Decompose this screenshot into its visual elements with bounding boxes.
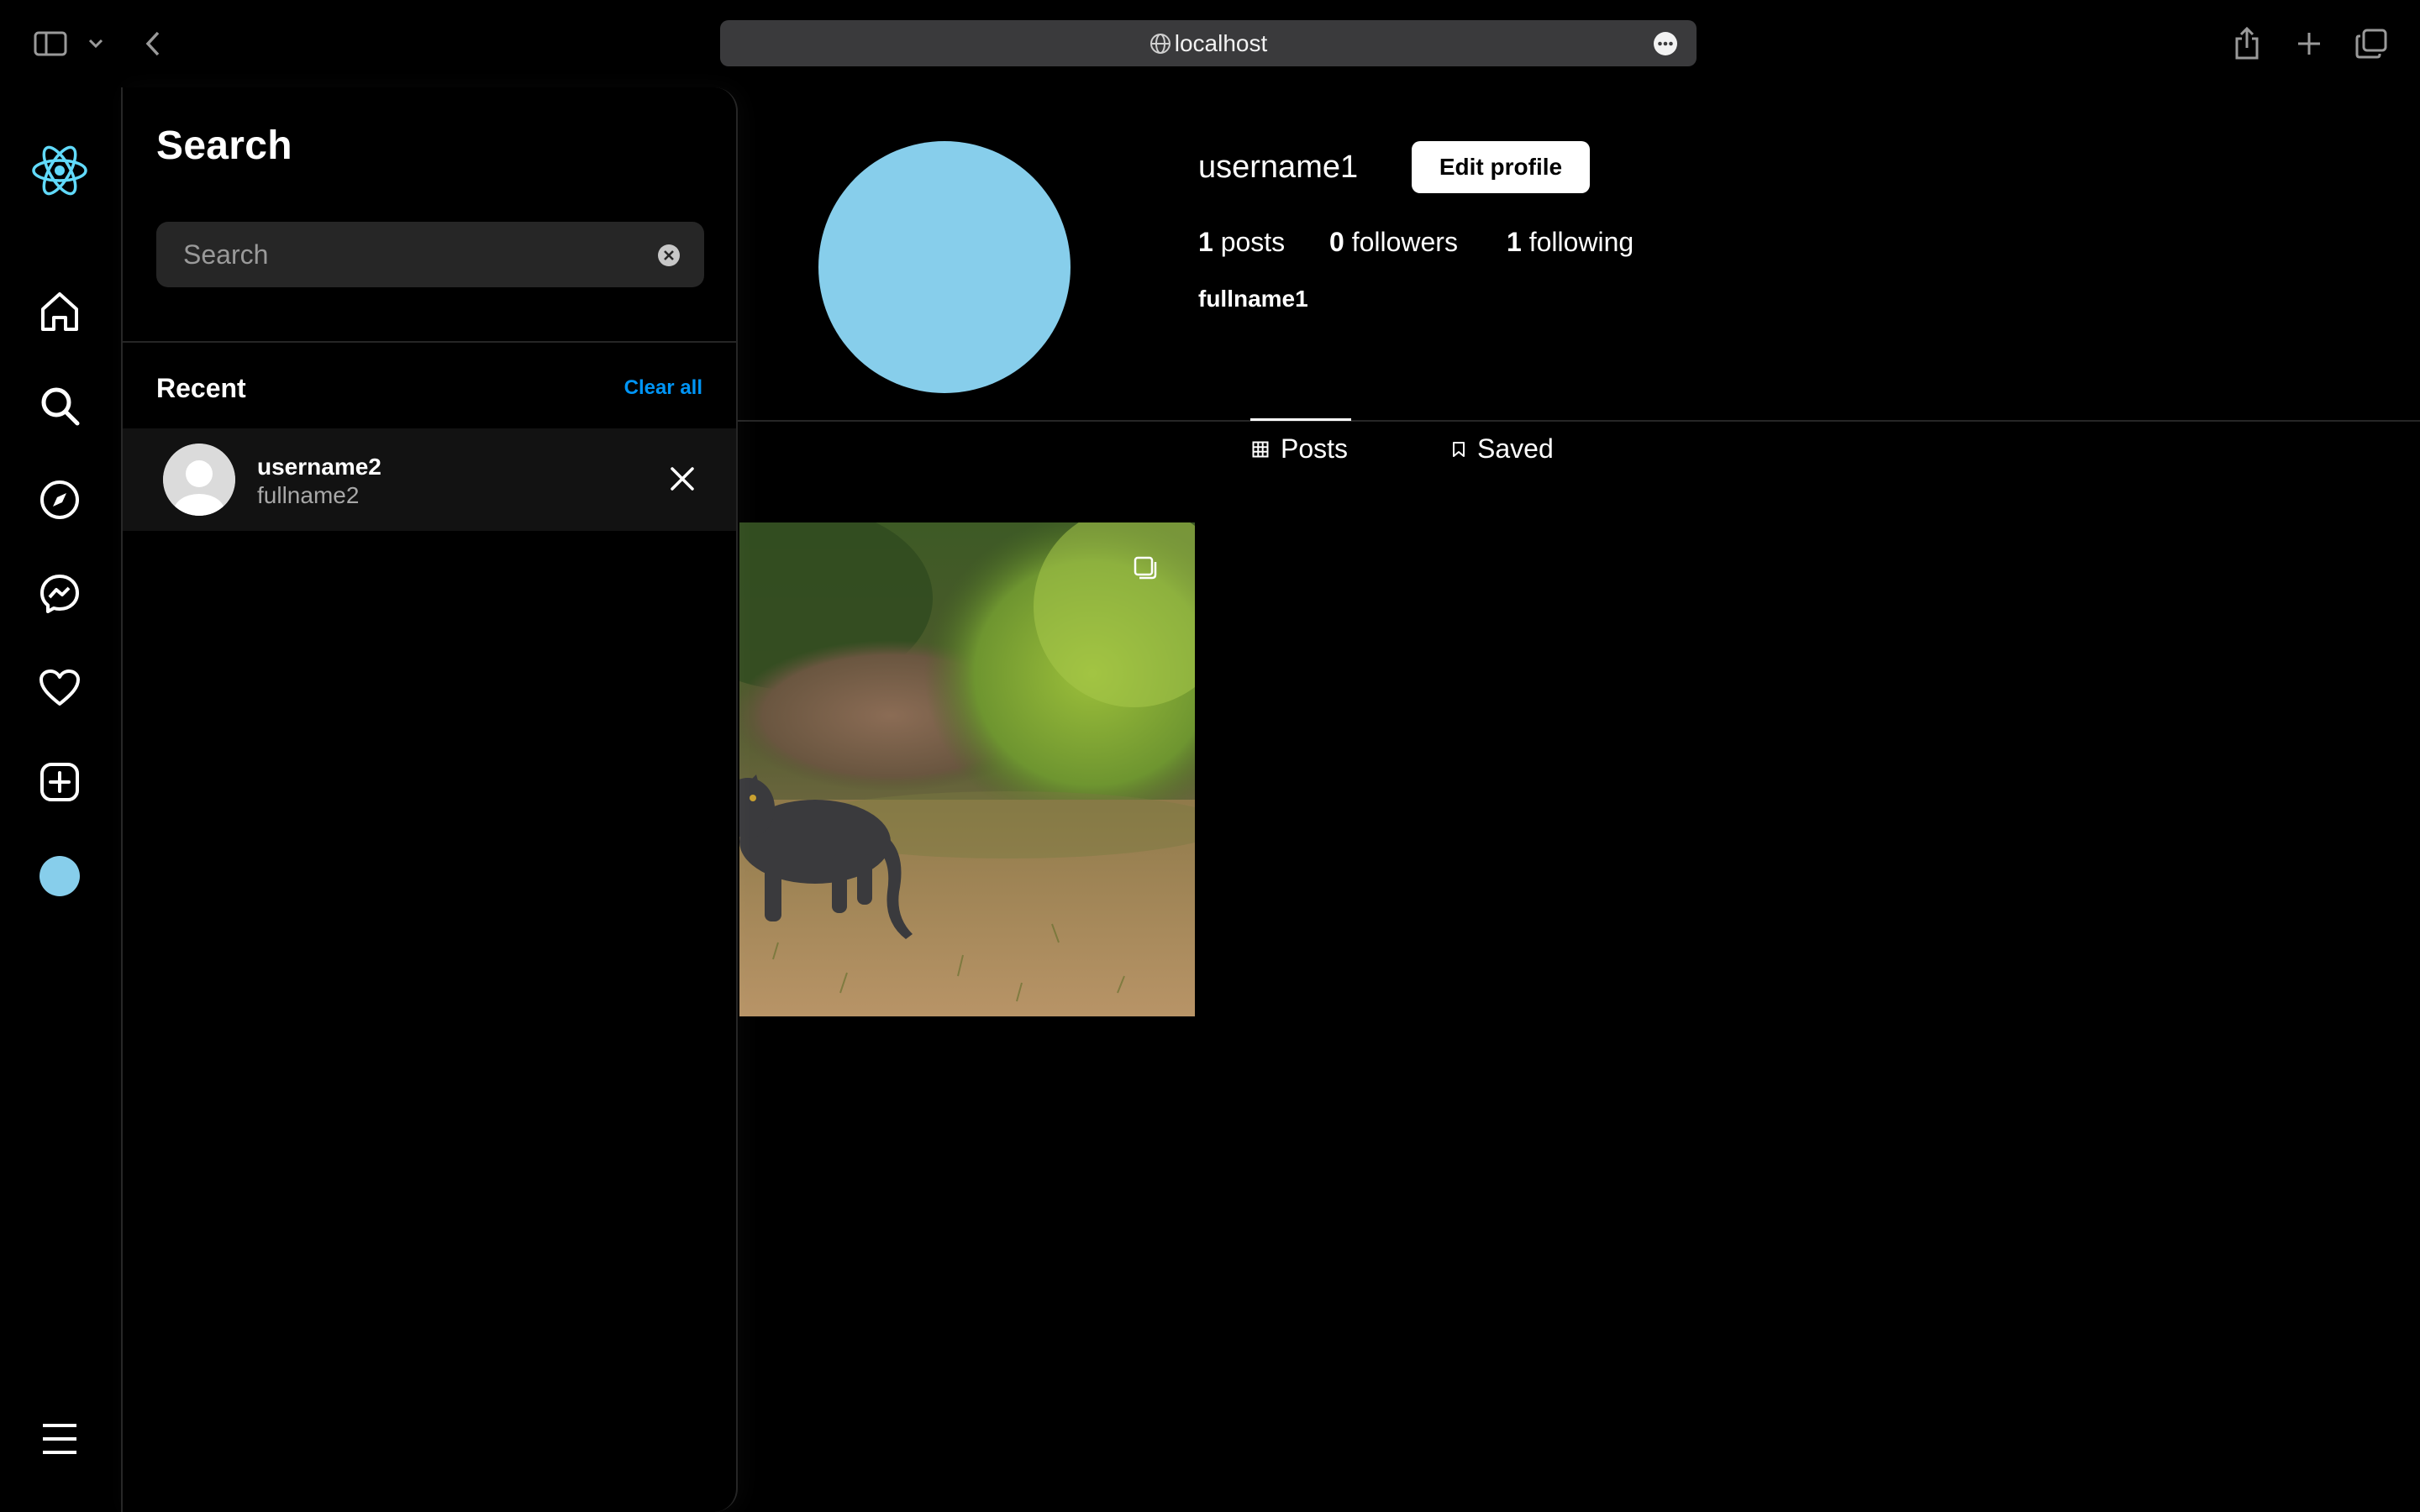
- search-panel: Search Recent Clear all username2 fullna…: [123, 87, 738, 1512]
- followers-count: 0: [1329, 227, 1344, 257]
- more-options-icon[interactable]: [1653, 31, 1678, 60]
- tab-posts[interactable]: Posts: [1252, 433, 1348, 465]
- posts-label: posts: [1220, 227, 1286, 257]
- close-icon[interactable]: [666, 462, 699, 496]
- tab-overview-icon[interactable]: [2349, 22, 2393, 66]
- avatar: [163, 444, 235, 516]
- tab-saved-label: Saved: [1477, 433, 1554, 464]
- followers-stat[interactable]: 0 followers: [1329, 227, 1458, 258]
- recent-username: username2: [257, 454, 381, 480]
- recent-fullname: fullname2: [257, 482, 360, 508]
- share-icon[interactable]: [2225, 22, 2269, 66]
- active-tab-indicator: [1250, 418, 1351, 421]
- recent-search-item[interactable]: username2 fullname2: [123, 428, 736, 531]
- home-icon[interactable]: [30, 282, 89, 341]
- profile-username: username1: [1198, 150, 1359, 185]
- address-bar[interactable]: localhost: [720, 20, 1697, 66]
- tab-saved[interactable]: Saved: [1452, 433, 1554, 465]
- globe-icon: [1149, 32, 1172, 60]
- messenger-icon[interactable]: [30, 564, 89, 623]
- clear-all-link[interactable]: Clear all: [624, 376, 702, 400]
- menu-icon[interactable]: [30, 1410, 89, 1468]
- profile-avatar[interactable]: [818, 141, 1071, 393]
- new-tab-icon[interactable]: [2287, 22, 2331, 66]
- react-logo-icon[interactable]: [30, 141, 89, 200]
- chevron-down-icon[interactable]: [74, 22, 118, 66]
- edit-profile-button[interactable]: Edit profile: [1412, 141, 1590, 193]
- posts-count: 1: [1198, 227, 1213, 257]
- sidebar-toggle-icon[interactable]: [29, 22, 72, 66]
- clear-search-icon[interactable]: [657, 244, 681, 267]
- following-label: following: [1528, 227, 1634, 257]
- profile-fullname: fullname1: [1198, 286, 1308, 312]
- followers-label: followers: [1351, 227, 1458, 257]
- heart-icon[interactable]: [30, 659, 89, 717]
- search-box: [156, 222, 704, 287]
- explore-icon[interactable]: [30, 470, 89, 529]
- following-stat[interactable]: 1 following: [1507, 227, 1634, 258]
- browser-toolbar: localhost: [0, 0, 2420, 87]
- multiple-images-icon: [1132, 554, 1159, 581]
- panel-divider: [123, 341, 736, 343]
- posts-stat: 1 posts: [1198, 227, 1285, 258]
- search-input[interactable]: [156, 222, 627, 287]
- post-thumbnail[interactable]: [739, 522, 1195, 1016]
- back-icon[interactable]: [131, 22, 175, 66]
- post-image: [739, 522, 1195, 1016]
- following-count: 1: [1507, 227, 1522, 257]
- create-icon[interactable]: [30, 753, 89, 811]
- address-text: localhost: [1174, 29, 1268, 56]
- left-nav-rail: [0, 87, 123, 1512]
- grid-icon: [1252, 433, 1269, 465]
- recent-heading: Recent: [156, 373, 246, 403]
- profile-avatar-icon[interactable]: [30, 847, 89, 906]
- tab-posts-label: Posts: [1281, 433, 1349, 464]
- bookmark-icon: [1452, 433, 1465, 465]
- search-icon[interactable]: [30, 376, 89, 435]
- search-title: Search: [156, 123, 292, 168]
- profile-divider: [738, 420, 2420, 422]
